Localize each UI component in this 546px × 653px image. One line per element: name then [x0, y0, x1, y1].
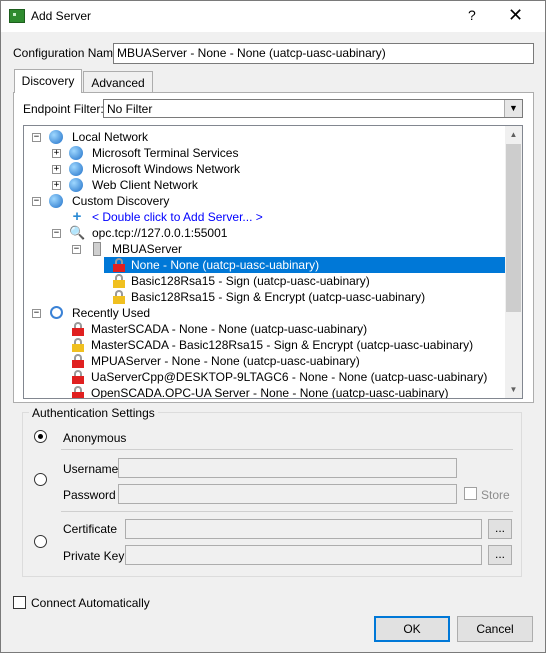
ok-button[interactable]: OK	[374, 616, 450, 642]
search-icon: 🔍	[69, 225, 86, 240]
tree-node-label: UaServerCpp@DESKTOP-9LTAGC6 - None - Non…	[91, 370, 488, 384]
username-label: Username	[63, 462, 119, 476]
tree-node-label: Basic128Rsa15 - Sign (uatcp-uasc-uabinar…	[131, 274, 370, 288]
tree-node-label: Microsoft Terminal Services	[92, 146, 239, 160]
cancel-button[interactable]: Cancel	[457, 616, 533, 642]
network-globe-icon	[69, 162, 83, 176]
tree-node-label: Custom Discovery	[72, 194, 170, 208]
connect-automatically-checkbox[interactable]	[13, 596, 26, 609]
lock-icon	[111, 273, 127, 289]
scrollbar-thumb[interactable]	[506, 144, 521, 312]
username-radio[interactable]	[34, 473, 47, 486]
network-globe-icon	[49, 194, 63, 208]
collapse-icon[interactable]: −	[32, 197, 41, 206]
divider	[61, 449, 513, 450]
username-field[interactable]	[118, 458, 457, 478]
tree-node-label: Microsoft Windows Network	[92, 162, 241, 176]
lock-icon	[70, 337, 86, 353]
anonymous-label: Anonymous	[63, 431, 127, 445]
lock-icon	[111, 257, 127, 273]
tree-node-label: Recently Used	[72, 306, 151, 320]
certificate-browse-button[interactable]: ...	[488, 519, 512, 539]
tree-node-label: MBUAServer	[112, 242, 183, 256]
divider	[61, 511, 513, 512]
title-bar: Add Server ? ✕	[1, 1, 545, 32]
lock-icon	[70, 369, 86, 385]
authentication-settings-title: Authentication Settings	[29, 406, 158, 420]
add-server-dialog: Add Server ? ✕ Configuration Name MBUASe…	[0, 0, 546, 653]
tree-node-label: Web Client Network	[92, 178, 198, 192]
tree-node-label: MPUAServer - None - None (uatcp-uasc-uab…	[91, 354, 360, 368]
configuration-name-label: Configuration Name	[13, 46, 120, 60]
expand-icon[interactable]: +	[52, 149, 61, 158]
window-title: Add Server	[31, 9, 92, 23]
tree-node-label: Local Network	[72, 130, 149, 144]
add-icon: +	[72, 208, 82, 225]
lock-icon	[111, 289, 127, 305]
tree-node-label: Basic128Rsa15 - Sign & Encrypt (uatcp-ua…	[131, 290, 426, 304]
lock-icon	[70, 353, 86, 369]
add-server-link[interactable]: < Double click to Add Server... >	[92, 210, 263, 224]
expand-icon[interactable]: +	[52, 181, 61, 190]
store-checkbox[interactable]	[464, 487, 477, 500]
tree-node-label: MasterSCADA - None - None (uatcp-uasc-ua…	[91, 322, 368, 336]
network-globe-icon	[69, 146, 83, 160]
certificate-label: Certificate	[63, 522, 118, 536]
expand-icon[interactable]: +	[52, 165, 61, 174]
close-icon[interactable]: ✕	[508, 5, 523, 26]
endpoint-filter-select[interactable]: No Filter ▼	[103, 99, 523, 118]
tab-advanced[interactable]: Advanced	[83, 71, 153, 92]
collapse-icon[interactable]: −	[52, 229, 61, 238]
endpoint-filter-label: Endpoint Filter:	[23, 102, 104, 116]
tree-node-label: MasterSCADA - Basic128Rsa15 - Sign & Enc…	[91, 338, 474, 352]
tree-node-label: OpenSCADA.OPC-UA Server - None - None (u…	[91, 386, 449, 399]
private-key-label: Private Key	[63, 549, 125, 563]
scroll-down-icon[interactable]: ▼	[505, 381, 522, 398]
private-key-browse-button[interactable]: ...	[488, 545, 512, 565]
tree-node-label: None - None (uatcp-uasc-uabinary)	[131, 258, 320, 272]
collapse-icon[interactable]: −	[72, 245, 81, 254]
tab-discovery[interactable]: Discovery	[14, 69, 82, 93]
server-tree[interactable]: − Local Network + Microsoft Terminal Ser…	[23, 125, 523, 399]
tree-scrollbar[interactable]: ▲ ▼	[505, 126, 522, 398]
configuration-name-input[interactable]: MBUAServer - None - None (uatcp-uasc-uab…	[113, 43, 534, 64]
help-icon[interactable]: ?	[468, 7, 476, 23]
chevron-down-icon[interactable]: ▼	[504, 100, 522, 117]
network-globe-icon	[69, 178, 83, 192]
connect-automatically-label: Connect Automatically	[31, 596, 150, 610]
lock-icon	[70, 385, 86, 398]
clock-icon	[50, 306, 63, 319]
tree-node-label: opc.tcp://127.0.0.1:55001	[92, 226, 228, 240]
app-icon	[9, 9, 25, 23]
certificate-radio[interactable]	[34, 535, 47, 548]
password-label: Password	[63, 488, 116, 502]
endpoint-filter-value: No Filter	[107, 102, 153, 116]
private-key-field[interactable]	[125, 545, 482, 565]
lock-icon	[70, 321, 86, 337]
scroll-up-icon[interactable]: ▲	[505, 126, 522, 143]
collapse-icon[interactable]: −	[32, 309, 41, 318]
store-label: Store	[481, 488, 510, 502]
anonymous-radio[interactable]	[34, 430, 47, 443]
collapse-icon[interactable]: −	[32, 133, 41, 142]
password-field[interactable]	[118, 484, 457, 504]
server-icon	[89, 241, 105, 257]
network-globe-icon	[49, 130, 63, 144]
certificate-field[interactable]	[125, 519, 482, 539]
